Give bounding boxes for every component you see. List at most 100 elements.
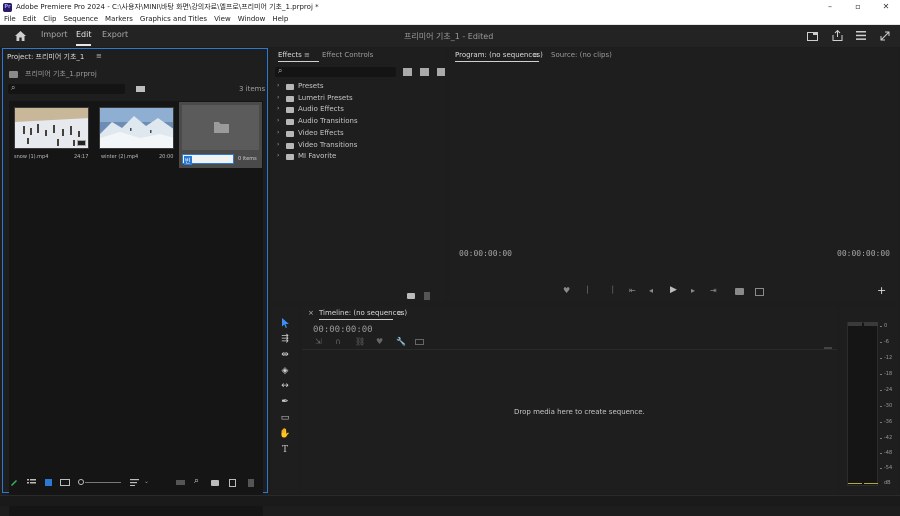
hand-tool-icon[interactable]: ✋ [279, 428, 291, 440]
expand-arrow-icon[interactable]: › [277, 129, 279, 136]
fullscreen-icon[interactable] [880, 31, 890, 41]
project-search-input[interactable]: ⌕ [8, 83, 125, 94]
menu-window[interactable]: Window [238, 15, 266, 23]
linked-selection-icon[interactable]: ⛓ [355, 337, 365, 346]
close-button[interactable]: ✕ [872, 0, 900, 14]
panel-menu-icon[interactable]: ≡ [304, 51, 310, 59]
rectangle-tool-icon[interactable]: ▭ [279, 412, 291, 424]
panel-menu-icon[interactable]: ≡ [533, 51, 539, 59]
icon-view-icon[interactable] [45, 479, 52, 486]
list-view-icon[interactable] [27, 479, 36, 486]
write-protect-icon[interactable] [10, 478, 18, 486]
quick-export-icon[interactable] [807, 31, 818, 41]
tab-program-monitor[interactable]: Program: (no sequences) [455, 51, 543, 59]
expand-arrow-icon[interactable]: › [277, 82, 279, 89]
track-select-tool-icon[interactable]: ⇶ [279, 333, 291, 345]
peak-indicator-right [864, 322, 878, 326]
accelerated-effects-icon[interactable] [403, 68, 412, 76]
minimize-button[interactable]: – [816, 0, 844, 14]
ripple-edit-tool-icon[interactable]: ⇹ [279, 349, 291, 361]
selection-tool-icon[interactable] [281, 318, 290, 328]
tab-import[interactable]: Import [41, 30, 68, 39]
workspace-header: Import Edit Export 프리미어 기초_1 - Edited [0, 25, 900, 47]
mark-out-icon[interactable]: ⎹ [605, 285, 613, 295]
step-forward-icon[interactable]: ▸ [691, 286, 695, 295]
project-item[interactable]: snow (1).mp4 24:17 [14, 107, 91, 163]
32bit-effects-icon[interactable] [420, 68, 429, 76]
yuv-effects-icon[interactable] [437, 68, 445, 76]
tab-effects[interactable]: Effects [278, 51, 302, 59]
tab-edit[interactable]: Edit [76, 30, 92, 39]
menu-clip[interactable]: Clip [43, 15, 56, 23]
pen-tool-icon[interactable]: ✒ [279, 396, 291, 408]
new-custom-bin-icon[interactable] [407, 293, 415, 299]
captions-icon[interactable] [415, 339, 424, 345]
snap-icon[interactable]: ∩ [335, 337, 341, 346]
menu-sequence[interactable]: Sequence [64, 15, 99, 23]
expand-arrow-icon[interactable]: › [277, 105, 279, 112]
timeline-timecode[interactable]: 00:00:00:00 [313, 325, 373, 335]
step-back-icon[interactable]: ◂ [649, 286, 653, 295]
play-icon[interactable]: ▶ [670, 285, 677, 295]
project-item[interactable]: winter (2).mp4 20:00 [99, 107, 176, 163]
zoom-slider-track[interactable] [85, 482, 121, 483]
find-icon[interactable]: ⌕ [194, 476, 199, 486]
tab-source-monitor[interactable]: Source: (no clips) [551, 51, 612, 59]
automate-to-sequence-icon[interactable] [176, 480, 185, 485]
add-marker-icon[interactable]: ♥ [376, 337, 383, 346]
menu-file[interactable]: File [4, 15, 16, 23]
comparison-view-icon[interactable] [755, 288, 764, 296]
type-tool-icon[interactable]: T [279, 444, 291, 456]
bin-filter-icon[interactable] [136, 86, 145, 92]
project-item-bin[interactable]: 빈 0 items [179, 102, 262, 168]
zoom-handle[interactable] [824, 347, 832, 349]
export-frame-icon[interactable] [735, 288, 744, 295]
wrench-icon[interactable]: 🔧 [396, 337, 406, 346]
new-item-icon[interactable] [229, 479, 236, 487]
window-title: Adobe Premiere Pro 2024 - C:\사용자\MINI\바탕… [16, 3, 319, 11]
menu-bar: File Edit Clip Sequence Markers Graphics… [0, 14, 900, 25]
home-icon[interactable] [15, 31, 26, 41]
expand-arrow-icon[interactable]: › [277, 94, 279, 101]
zoom-slider-handle[interactable] [78, 479, 84, 485]
menu-view[interactable]: View [214, 15, 231, 23]
expand-arrow-icon[interactable]: › [277, 152, 279, 159]
tab-effect-controls[interactable]: Effect Controls [322, 51, 373, 59]
playhead-timecode[interactable]: 00:00:00:00 [459, 249, 512, 258]
delete-icon[interactable] [424, 292, 430, 300]
sort-icon[interactable] [130, 479, 139, 486]
freeform-view-icon[interactable] [60, 479, 70, 486]
video-badge-icon [77, 140, 86, 146]
panel-menu-icon[interactable]: ≡ [96, 52, 102, 60]
panel-menu-icon[interactable]: ≡ [397, 309, 403, 317]
workspaces-menu-icon[interactable] [856, 31, 866, 40]
chevron-down-icon[interactable]: ⌄ [144, 478, 149, 485]
menu-graphics-and-titles[interactable]: Graphics and Titles [140, 15, 207, 23]
slip-tool-icon[interactable]: ↔ [279, 380, 291, 392]
expand-arrow-icon[interactable]: › [277, 141, 279, 148]
go-to-in-icon[interactable]: ⇤ [629, 286, 636, 295]
clip-duration: 24:17 [74, 154, 89, 160]
share-icon[interactable] [832, 30, 843, 41]
go-to-out-icon[interactable]: ⇥ [710, 286, 717, 295]
trash-icon[interactable] [248, 479, 254, 487]
button-editor-icon[interactable]: + [877, 284, 886, 297]
effects-search-input[interactable]: ⌕ [275, 66, 396, 77]
add-marker-icon[interactable]: ♥ [563, 286, 570, 295]
project-panel-tab[interactable]: Project: 프리미어 기초_1 [7, 52, 84, 62]
maximize-button[interactable]: ▫ [844, 0, 872, 14]
bin-name-selection: 빈 [184, 156, 192, 165]
mark-in-icon[interactable]: ⎸ [587, 285, 595, 295]
bin-rename-input[interactable]: 빈 [182, 154, 234, 165]
nest-icon[interactable]: ⇲ [315, 337, 322, 346]
menu-markers[interactable]: Markers [105, 15, 133, 23]
tab-timeline[interactable]: Timeline: (no sequences) [319, 309, 407, 317]
menu-help[interactable]: Help [272, 15, 288, 23]
razor-tool-icon[interactable]: ◈ [279, 365, 291, 377]
expand-arrow-icon[interactable]: › [277, 117, 279, 124]
new-bin-icon[interactable] [211, 480, 219, 486]
project-file-name: 프리미어 기초_1.prproj [25, 70, 97, 78]
menu-edit[interactable]: Edit [23, 15, 37, 23]
close-icon[interactable]: × [308, 309, 314, 317]
tab-export[interactable]: Export [102, 30, 128, 39]
